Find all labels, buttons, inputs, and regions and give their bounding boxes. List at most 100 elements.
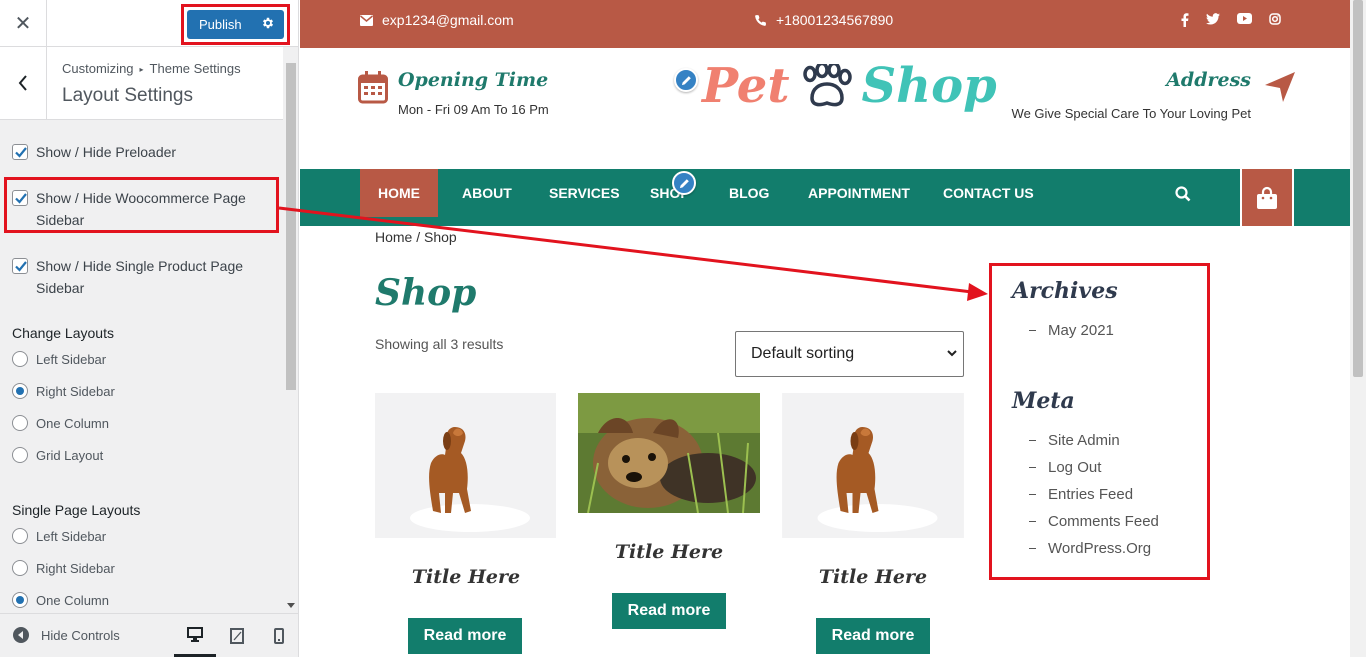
- radio-circle[interactable]: [12, 560, 28, 576]
- tablet-preview-icon[interactable]: [216, 614, 258, 657]
- sort-select[interactable]: Default sorting: [735, 331, 964, 377]
- close-icon[interactable]: ✕: [0, 0, 47, 47]
- meta-label: WordPress.Org: [1048, 540, 1152, 557]
- radio-one-column[interactable]: One Column: [12, 415, 109, 431]
- topbar-phone[interactable]: +18001234567890: [754, 12, 893, 28]
- read-more-button[interactable]: Read more: [816, 618, 930, 654]
- product-image-dog[interactable]: [375, 393, 556, 538]
- read-more-button[interactable]: Read more: [408, 618, 522, 654]
- radio-circle[interactable]: [12, 351, 28, 367]
- breadcrumb: Home / Shop: [375, 229, 457, 245]
- product-image-dog[interactable]: [782, 393, 964, 538]
- checkbox-single-product-sidebar[interactable]: Show / Hide Single Product Page Sidebar: [12, 255, 267, 299]
- meta-link-wordpress-org[interactable]: WordPress.Org: [1029, 540, 1151, 557]
- radio-label: Right Sidebar: [36, 383, 115, 399]
- topbar-email[interactable]: exp1234@gmail.com: [360, 12, 514, 28]
- youtube-icon[interactable]: [1237, 13, 1252, 24]
- meta-link-entries-feed[interactable]: Entries Feed: [1029, 486, 1133, 503]
- meta-link-comments-feed[interactable]: Comments Feed: [1029, 513, 1159, 530]
- desktop-preview-icon[interactable]: [174, 614, 216, 657]
- meta-link-log-out[interactable]: Log Out: [1029, 459, 1101, 476]
- radio-label: Grid Layout: [36, 447, 104, 463]
- nav-item-about[interactable]: ABOUT: [462, 169, 512, 217]
- radio-circle-selected[interactable]: [12, 383, 28, 399]
- radio-circle[interactable]: [12, 447, 28, 463]
- radio-circle-selected[interactable]: [12, 592, 28, 608]
- publish-label: Publish: [199, 17, 242, 32]
- mobile-preview-icon[interactable]: [258, 614, 298, 657]
- checkbox-preloader[interactable]: Show / Hide Preloader: [12, 141, 176, 163]
- phone-icon: [755, 14, 766, 26]
- radio-single-left-sidebar[interactable]: Left Sidebar: [12, 528, 106, 544]
- opening-time-text: Mon - Fri 09 Am To 16 Pm: [398, 102, 549, 117]
- checkbox-label: Show / Hide Single Product Page Sidebar: [36, 258, 244, 296]
- meta-label: Site Admin: [1048, 432, 1120, 449]
- list-dash: [1029, 494, 1036, 495]
- radio-right-sidebar[interactable]: Right Sidebar: [12, 383, 115, 399]
- sort-selected-value: Default sorting: [751, 345, 855, 362]
- checkbox-checked-icon[interactable]: [12, 144, 28, 160]
- scroll-down-arrow-icon[interactable]: [287, 603, 295, 608]
- shopping-bag-icon[interactable]: [1240, 169, 1294, 226]
- radio-label: Left Sidebar: [36, 351, 107, 367]
- facebook-icon[interactable]: [1181, 13, 1189, 27]
- instagram-icon[interactable]: [1269, 13, 1281, 25]
- twitter-icon[interactable]: [1206, 13, 1220, 25]
- read-more-button[interactable]: Read more: [612, 593, 726, 629]
- product-title[interactable]: Title Here: [782, 566, 964, 588]
- radio-single-right-sidebar[interactable]: Right Sidebar: [12, 560, 115, 576]
- publish-button[interactable]: Publish: [187, 10, 284, 39]
- edit-shortcut-icon[interactable]: [674, 68, 698, 92]
- nav-item-blog[interactable]: BLOG: [729, 169, 769, 217]
- nav-item-appointment[interactable]: APPOINTMENT: [808, 169, 910, 217]
- results-count: Showing all 3 results: [375, 336, 504, 352]
- email-text: exp1234@gmail.com: [382, 12, 514, 28]
- product-title[interactable]: Title Here: [375, 566, 557, 588]
- shop-sidebar-highlight: Archives May 2021 Meta Site Admin Log Ou…: [989, 263, 1210, 580]
- hide-controls-button[interactable]: Hide Controls: [13, 627, 120, 643]
- edit-shortcut-icon[interactable]: [672, 171, 696, 195]
- nav-item-home[interactable]: HOME: [360, 169, 438, 217]
- customizer-header: ✕ Publish: [0, 0, 298, 47]
- list-dash: [1029, 330, 1036, 331]
- product-image-yorkie[interactable]: [578, 393, 760, 513]
- radio-single-one-column[interactable]: One Column: [12, 592, 109, 608]
- site-logo[interactable]: Pet Shop: [702, 58, 997, 114]
- single-page-layouts-title: Single Page Layouts: [12, 502, 141, 518]
- nav-item-services[interactable]: SERVICES: [549, 169, 620, 217]
- list-dash: [1029, 548, 1036, 549]
- archive-link[interactable]: May 2021: [1029, 322, 1114, 339]
- calendar-icon: [358, 71, 388, 109]
- breadcrumb: Customizing ▸ Theme Settings: [62, 61, 241, 76]
- site-preview: exp1234@gmail.com +18001234567890 Openin…: [300, 0, 1350, 657]
- preview-scroll-thumb[interactable]: [1353, 0, 1363, 377]
- radio-grid-layout[interactable]: Grid Layout: [12, 447, 103, 463]
- radio-circle[interactable]: [12, 415, 28, 431]
- checkbox-woocommerce-sidebar[interactable]: Show / Hide Woocommerce Page Sidebar: [12, 187, 267, 231]
- change-layouts-title: Change Layouts: [12, 325, 114, 341]
- panel-scrollbar[interactable]: [284, 47, 298, 610]
- chevron-down-icon: [947, 350, 957, 357]
- panel-scroll-thumb[interactable]: [286, 63, 296, 390]
- radio-left-sidebar[interactable]: Left Sidebar: [12, 351, 106, 367]
- search-icon[interactable]: [1175, 186, 1191, 207]
- checkbox-label: Show / Hide Woocommerce Page Sidebar: [36, 190, 246, 228]
- meta-link-site-admin[interactable]: Site Admin: [1029, 432, 1120, 449]
- meta-title: Meta: [1012, 388, 1075, 414]
- back-chevron-icon[interactable]: [0, 47, 47, 119]
- section-header: Customizing ▸ Theme Settings Layout Settin…: [0, 47, 283, 120]
- gear-icon[interactable]: [261, 16, 275, 33]
- checkbox-checked-icon[interactable]: [12, 258, 28, 274]
- radio-label: One Column: [36, 592, 109, 608]
- meta-label: Entries Feed: [1048, 486, 1134, 503]
- product-title[interactable]: Title Here: [578, 541, 760, 563]
- product-card: [578, 393, 760, 513]
- envelope-icon: [360, 14, 373, 26]
- radio-circle[interactable]: [12, 528, 28, 544]
- checkbox-checked-icon[interactable]: [12, 190, 28, 206]
- nav-item-contact[interactable]: CONTACT US: [943, 169, 1034, 217]
- customizer-screen: ✕ Publish Customizing ▸ Theme Settings Lay…: [0, 0, 1366, 657]
- logo-word-shop: Shop: [861, 58, 997, 114]
- opening-time-title: Opening Time: [398, 69, 549, 91]
- preview-scrollbar[interactable]: [1350, 0, 1366, 657]
